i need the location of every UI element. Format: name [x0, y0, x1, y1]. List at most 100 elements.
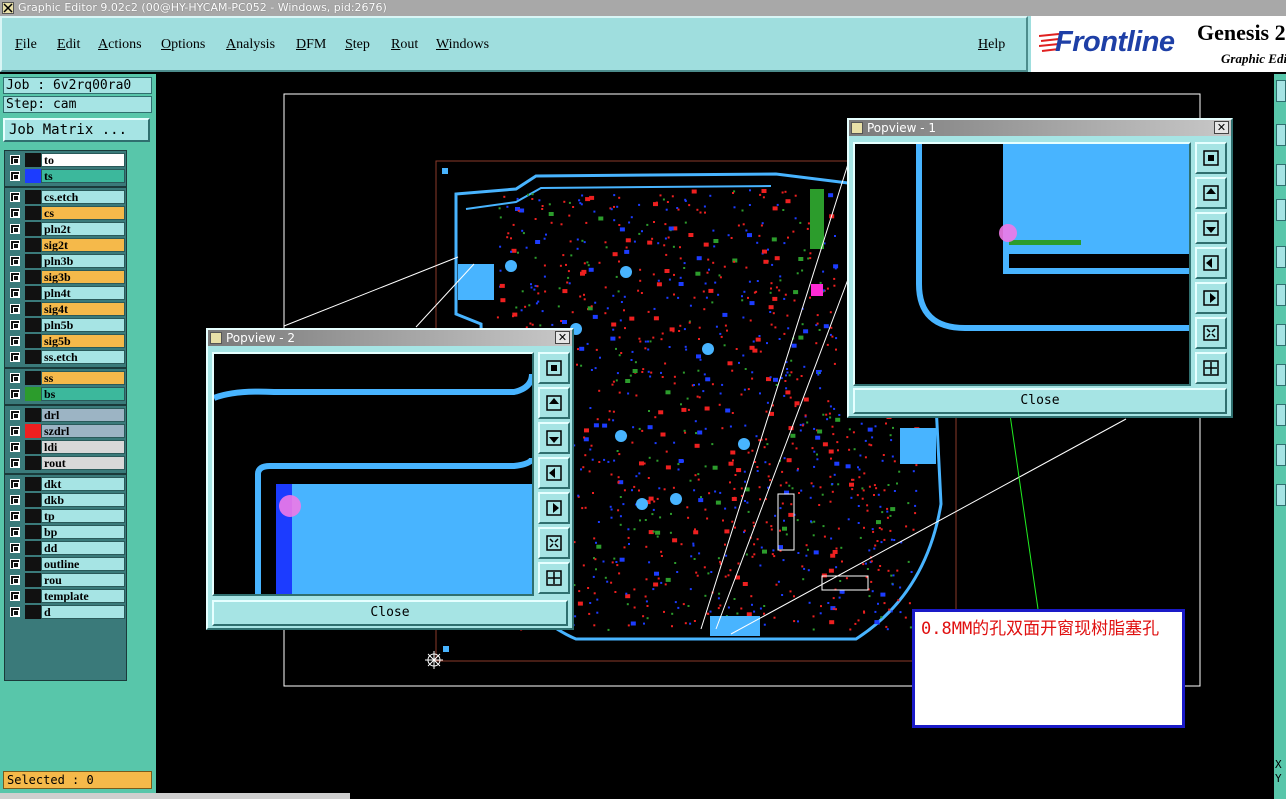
popview-1-close-button[interactable]: Close	[853, 388, 1227, 414]
layer-name[interactable]: bp	[41, 525, 125, 539]
pan-down-button[interactable]	[1195, 212, 1227, 244]
layer-color-swatch[interactable]	[25, 270, 41, 284]
layer-name[interactable]: sig4t	[41, 302, 125, 316]
layer-row-ss-etch[interactable]: ss.etch	[7, 350, 126, 364]
layer-name[interactable]: szdrl	[41, 424, 125, 438]
menu-options[interactable]: Options	[161, 37, 205, 53]
layer-color-swatch[interactable]	[25, 509, 41, 523]
layer-row-drl[interactable]: drl	[7, 408, 126, 422]
layer-row-ldi[interactable]: ldi	[7, 440, 126, 454]
layer-name[interactable]: to	[41, 153, 125, 167]
layer-row-outline[interactable]: outline	[7, 557, 126, 571]
zoom-out-button[interactable]	[1195, 317, 1227, 349]
layer-checkbox[interactable]	[10, 304, 20, 314]
menu-actions[interactable]: Actions	[98, 37, 142, 53]
right-tool-button[interactable]	[1276, 284, 1286, 306]
layer-color-swatch[interactable]	[25, 206, 41, 220]
layer-name[interactable]: bs	[41, 387, 125, 401]
popview-2-view[interactable]	[212, 352, 534, 596]
layer-color-swatch[interactable]	[25, 387, 41, 401]
pan-right-button[interactable]	[1195, 282, 1227, 314]
layer-row-dkt[interactable]: dkt	[7, 477, 126, 491]
right-tool-button[interactable]	[1276, 124, 1286, 146]
layer-checkbox[interactable]	[10, 272, 20, 282]
layer-name[interactable]: dkt	[41, 477, 125, 491]
layer-row-sig5b[interactable]: sig5b	[7, 334, 126, 348]
right-tool-button[interactable]	[1276, 199, 1286, 221]
layer-color-swatch[interactable]	[25, 222, 41, 236]
zoom-out-button[interactable]	[538, 527, 570, 559]
layer-color-swatch[interactable]	[25, 456, 41, 470]
right-tool-button[interactable]	[1276, 404, 1286, 426]
job-matrix-button[interactable]: Job Matrix ...	[3, 118, 150, 142]
layer-row-pln2t[interactable]: pln2t	[7, 222, 126, 236]
popview-1-view[interactable]	[853, 142, 1191, 386]
layer-row-pln5b[interactable]: pln5b	[7, 318, 126, 332]
layer-row-pln4t[interactable]: pln4t	[7, 286, 126, 300]
layer-row-cs[interactable]: cs	[7, 206, 126, 220]
layer-color-swatch[interactable]	[25, 605, 41, 619]
layer-checkbox[interactable]	[10, 410, 20, 420]
layer-color-swatch[interactable]	[25, 318, 41, 332]
layer-color-swatch[interactable]	[25, 286, 41, 300]
layer-row-sig2t[interactable]: sig2t	[7, 238, 126, 252]
menu-edit[interactable]: Edit	[57, 37, 80, 53]
layer-row-bp[interactable]: bp	[7, 525, 126, 539]
layer-color-swatch[interactable]	[25, 541, 41, 555]
layer-color-swatch[interactable]	[25, 440, 41, 454]
layer-color-swatch[interactable]	[25, 371, 41, 385]
layer-name[interactable]: sig2t	[41, 238, 125, 252]
layer-name[interactable]: sig5b	[41, 334, 125, 348]
pan-up-button[interactable]	[1195, 177, 1227, 209]
layer-row-to[interactable]: to	[7, 153, 126, 167]
menu-help[interactable]: Help	[978, 37, 1005, 53]
layer-checkbox[interactable]	[10, 479, 20, 489]
layer-checkbox[interactable]	[10, 336, 20, 346]
layer-checkbox[interactable]	[10, 511, 20, 521]
pan-left-button[interactable]	[538, 457, 570, 489]
layer-checkbox[interactable]	[10, 192, 20, 202]
layer-name[interactable]: ss	[41, 371, 125, 385]
menu-rout[interactable]: Rout	[391, 37, 418, 53]
layer-color-swatch[interactable]	[25, 169, 41, 183]
menu-analysis[interactable]: Analysis	[226, 37, 275, 53]
layer-name[interactable]: cs.etch	[41, 190, 125, 204]
right-tool-button[interactable]	[1276, 80, 1286, 102]
menu-dfm[interactable]: DFM	[296, 37, 326, 53]
layer-name[interactable]: drl	[41, 408, 125, 422]
layer-color-swatch[interactable]	[25, 557, 41, 571]
layer-row-sig4t[interactable]: sig4t	[7, 302, 126, 316]
layer-row-bs[interactable]: bs	[7, 387, 126, 401]
layer-row-szdrl[interactable]: szdrl	[7, 424, 126, 438]
layer-row-tp[interactable]: tp	[7, 509, 126, 523]
zoom-in-button[interactable]	[538, 562, 570, 594]
layer-checkbox[interactable]	[10, 208, 20, 218]
layer-row-rout[interactable]: rout	[7, 456, 126, 470]
layer-row-cs-etch[interactable]: cs.etch	[7, 190, 126, 204]
layer-name[interactable]: cs	[41, 206, 125, 220]
zoom-fit-button[interactable]	[538, 352, 570, 384]
layer-checkbox[interactable]	[10, 527, 20, 537]
layer-name[interactable]: dd	[41, 541, 125, 555]
menu-windows[interactable]: Windows	[436, 37, 489, 53]
layer-row-dkb[interactable]: dkb	[7, 493, 126, 507]
pan-down-button[interactable]	[538, 422, 570, 454]
layer-row-rou[interactable]: rou	[7, 573, 126, 587]
layer-name[interactable]: rou	[41, 573, 125, 587]
popview-2-close-x-icon[interactable]: ✕	[555, 331, 570, 344]
right-tool-button[interactable]	[1276, 444, 1286, 466]
layer-color-swatch[interactable]	[25, 525, 41, 539]
layer-color-swatch[interactable]	[25, 334, 41, 348]
pan-right-button[interactable]	[538, 492, 570, 524]
layer-checkbox[interactable]	[10, 495, 20, 505]
right-tool-button[interactable]	[1276, 364, 1286, 386]
layer-name[interactable]: pln2t	[41, 222, 125, 236]
menu-step[interactable]: Step	[345, 37, 370, 53]
layer-color-swatch[interactable]	[25, 302, 41, 316]
layer-checkbox[interactable]	[10, 591, 20, 601]
layer-row-ss[interactable]: ss	[7, 371, 126, 385]
layer-name[interactable]: pln3b	[41, 254, 125, 268]
right-tool-button[interactable]	[1276, 324, 1286, 346]
layer-row-dd[interactable]: dd	[7, 541, 126, 555]
layer-name[interactable]: d	[41, 605, 125, 619]
